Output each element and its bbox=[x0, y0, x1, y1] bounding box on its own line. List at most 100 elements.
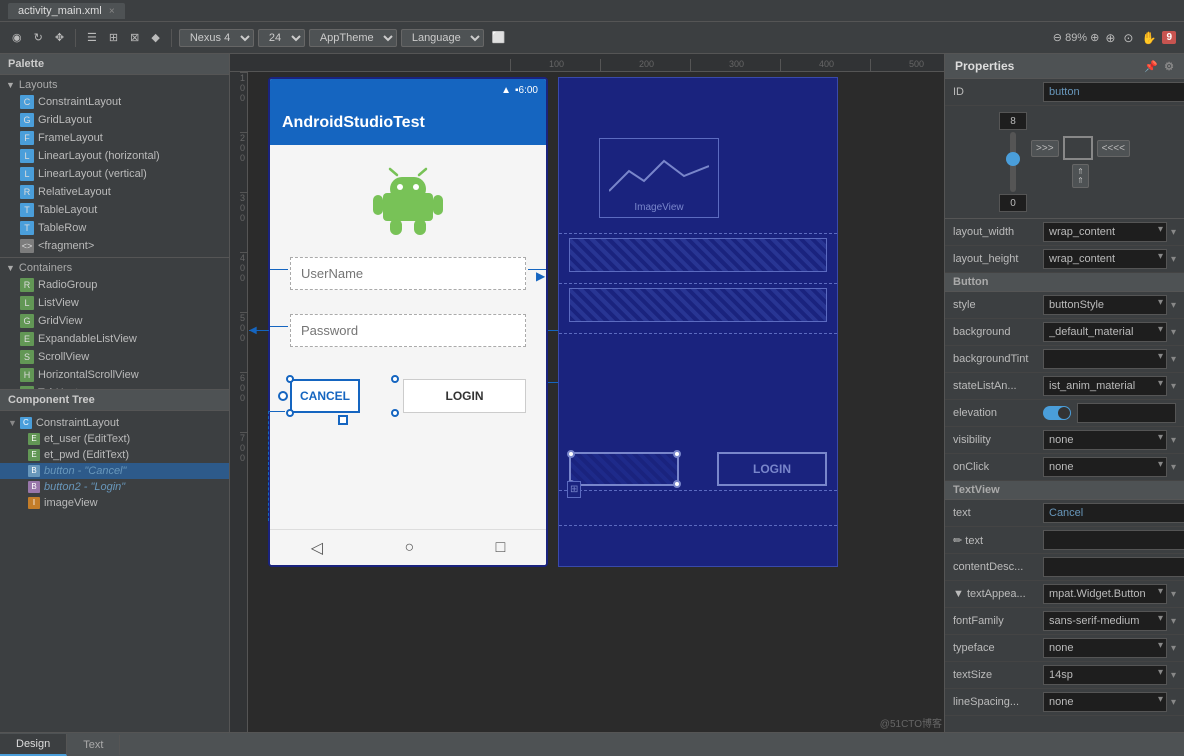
toggle-btn[interactable]: ☰ bbox=[83, 29, 101, 46]
api-select[interactable]: 24 bbox=[258, 29, 305, 47]
palette-framelayout[interactable]: F FrameLayout bbox=[0, 129, 229, 147]
background-select[interactable]: _default_material bbox=[1043, 322, 1167, 342]
textsize-select[interactable]: 14sp bbox=[1043, 665, 1167, 685]
crop-btn[interactable]: ⊞ bbox=[567, 481, 581, 498]
tree-constraintlayout[interactable]: ▼ C ConstraintLayout bbox=[0, 415, 229, 431]
password-input[interactable] bbox=[290, 314, 526, 347]
props-pin-icon[interactable]: 📌 bbox=[1144, 60, 1158, 73]
bgtint-select[interactable] bbox=[1043, 349, 1167, 369]
grab-btn[interactable]: ✋ bbox=[1139, 29, 1158, 47]
tree-et-pwd[interactable]: E et_pwd (EditText) bbox=[0, 447, 229, 463]
back-btn[interactable]: ◁ bbox=[311, 538, 323, 558]
theme-select[interactable]: AppTheme bbox=[309, 29, 397, 47]
view-btn[interactable]: ⊙ bbox=[1121, 29, 1135, 47]
move-btn[interactable]: ✥ bbox=[51, 29, 68, 46]
bottom-tabs: Design Text bbox=[0, 732, 1184, 756]
close-tab-icon[interactable]: × bbox=[109, 6, 115, 17]
id-input[interactable] bbox=[1043, 82, 1184, 102]
bgtint-arrow[interactable]: ▾ bbox=[1171, 354, 1176, 365]
constraint-v-thumb[interactable] bbox=[1006, 152, 1020, 166]
palette-gridview[interactable]: G GridView bbox=[0, 312, 229, 330]
constraint-arrow-right[interactable]: >>> bbox=[1031, 140, 1059, 157]
refresh-layout-btn[interactable]: ⊕ bbox=[1103, 29, 1117, 47]
textattr-input[interactable] bbox=[1043, 530, 1184, 550]
linespacing-select[interactable]: none bbox=[1043, 692, 1167, 712]
contentdesc-input[interactable] bbox=[1043, 557, 1184, 577]
tree-imageview[interactable]: I imageView bbox=[0, 495, 229, 511]
elevation-toggle[interactable] bbox=[1043, 406, 1071, 420]
constraint-sliders: >>> <<<< ⇑⇑ bbox=[945, 106, 1184, 219]
layout-width-select[interactable]: wrap_content bbox=[1043, 222, 1167, 242]
tab-design[interactable]: Design bbox=[0, 734, 67, 756]
constraint-handle-left[interactable] bbox=[278, 391, 288, 401]
constraint-bottom-num[interactable] bbox=[999, 194, 1027, 212]
fontfamily-arrow[interactable]: ▾ bbox=[1171, 616, 1176, 627]
constraint-arrow-left[interactable]: <<<< bbox=[1097, 140, 1130, 157]
device-select[interactable]: Nexus 4 bbox=[179, 29, 254, 47]
title-bar: activity_main.xml × bbox=[0, 0, 1184, 22]
layouts-group-header[interactable]: ▼ Layouts bbox=[0, 77, 229, 93]
toggle2-btn[interactable]: ⊞ bbox=[105, 29, 122, 46]
tree-button2-login[interactable]: B button2 - "Login" bbox=[0, 479, 229, 495]
file-tab[interactable]: activity_main.xml × bbox=[8, 3, 125, 19]
visibility-arrow[interactable]: ▾ bbox=[1171, 435, 1176, 446]
prop-visibility-row: visibility none ▾ bbox=[945, 427, 1184, 454]
constraint-arrow-up[interactable]: ⇑⇑ bbox=[1072, 164, 1089, 188]
palette-listview[interactable]: L ListView bbox=[0, 294, 229, 312]
elevation-value bbox=[1043, 403, 1176, 423]
ruler-marks-h: 100 200 300 400 500 600 |700 bbox=[510, 59, 944, 71]
textappear-select[interactable]: mpat.Widget.Button bbox=[1043, 584, 1167, 604]
cancel-button[interactable]: CANCEL bbox=[290, 379, 360, 413]
refresh-btn[interactable]: ↻ bbox=[30, 29, 47, 46]
visibility-select[interactable]: none bbox=[1043, 430, 1167, 450]
elevation-input[interactable] bbox=[1077, 403, 1176, 423]
typeface-arrow[interactable]: ▾ bbox=[1171, 643, 1176, 654]
palette-radiogroup[interactable]: R RadioGroup bbox=[0, 276, 229, 294]
layout-height-arrow[interactable]: ▾ bbox=[1171, 254, 1176, 265]
palette-linearlayout-h[interactable]: L LinearLayout (horizontal) bbox=[0, 147, 229, 165]
textsize-arrow[interactable]: ▾ bbox=[1171, 670, 1176, 681]
toggle3-btn[interactable]: ⊠ bbox=[126, 29, 143, 46]
background-arrow[interactable]: ▾ bbox=[1171, 327, 1176, 338]
design-mode-btn[interactable]: ◉ bbox=[8, 29, 26, 46]
props-gear-icon[interactable]: ⚙ bbox=[1164, 60, 1174, 73]
fontfamily-select[interactable]: sans-serif-medium bbox=[1043, 611, 1167, 631]
onclick-select[interactable]: none bbox=[1043, 457, 1167, 477]
device-frame-btn[interactable]: ⬜ bbox=[488, 29, 510, 46]
text-input[interactable] bbox=[1043, 503, 1184, 523]
toggle4-btn[interactable]: ◆ bbox=[147, 29, 163, 46]
linespacing-arrow[interactable]: ▾ bbox=[1171, 697, 1176, 708]
layout-height-select[interactable]: wrap_content bbox=[1043, 249, 1167, 269]
style-select[interactable]: buttonStyle bbox=[1043, 295, 1167, 315]
palette-tablerow[interactable]: T TableRow bbox=[0, 219, 229, 237]
palette-tablelayout[interactable]: T TableLayout bbox=[0, 201, 229, 219]
onclick-arrow[interactable]: ▾ bbox=[1171, 462, 1176, 473]
tree-et-user[interactable]: E et_user (EditText) bbox=[0, 431, 229, 447]
statelistanim-arrow[interactable]: ▾ bbox=[1171, 381, 1176, 392]
typeface-select[interactable]: none bbox=[1043, 638, 1167, 658]
containers-group-header[interactable]: ▼ Containers bbox=[0, 260, 229, 276]
tab-text[interactable]: Text bbox=[67, 735, 120, 755]
statelistanim-select[interactable]: ist_anim_material bbox=[1043, 376, 1167, 396]
palette-expandablelistview[interactable]: E ExpandableListView bbox=[0, 330, 229, 348]
canvas-content[interactable]: ▲ ▪ 6:00 AndroidStudioTest bbox=[248, 72, 944, 732]
tree-button-cancel[interactable]: B button - "Cancel" bbox=[0, 463, 229, 479]
constraint-handle-bottom[interactable] bbox=[338, 415, 348, 425]
language-select[interactable]: Language bbox=[401, 29, 484, 47]
palette-scrollview[interactable]: S ScrollView bbox=[0, 348, 229, 366]
login-button[interactable]: LOGIN bbox=[403, 379, 526, 413]
home-btn[interactable]: ○ bbox=[404, 539, 414, 557]
palette-linearlayout-v[interactable]: L LinearLayout (vertical) bbox=[0, 165, 229, 183]
palette-horizontalscrollview[interactable]: H HorizontalScrollView bbox=[0, 366, 229, 384]
layout-width-arrow[interactable]: ▾ bbox=[1171, 227, 1176, 238]
palette-fragment[interactable]: <> <fragment> bbox=[0, 237, 229, 255]
palette-constraintlayout[interactable]: C ConstraintLayout bbox=[0, 93, 229, 111]
username-input[interactable] bbox=[290, 257, 526, 290]
palette-relativelayout[interactable]: R RelativeLayout bbox=[0, 183, 229, 201]
style-arrow[interactable]: ▾ bbox=[1171, 300, 1176, 311]
textappear-arrow[interactable]: ▾ bbox=[1171, 589, 1176, 600]
palette-gridlayout[interactable]: G GridLayout bbox=[0, 111, 229, 129]
error-badge[interactable]: 9 bbox=[1162, 31, 1176, 44]
constraint-top-num[interactable] bbox=[999, 112, 1027, 130]
recents-btn[interactable]: □ bbox=[496, 539, 506, 557]
